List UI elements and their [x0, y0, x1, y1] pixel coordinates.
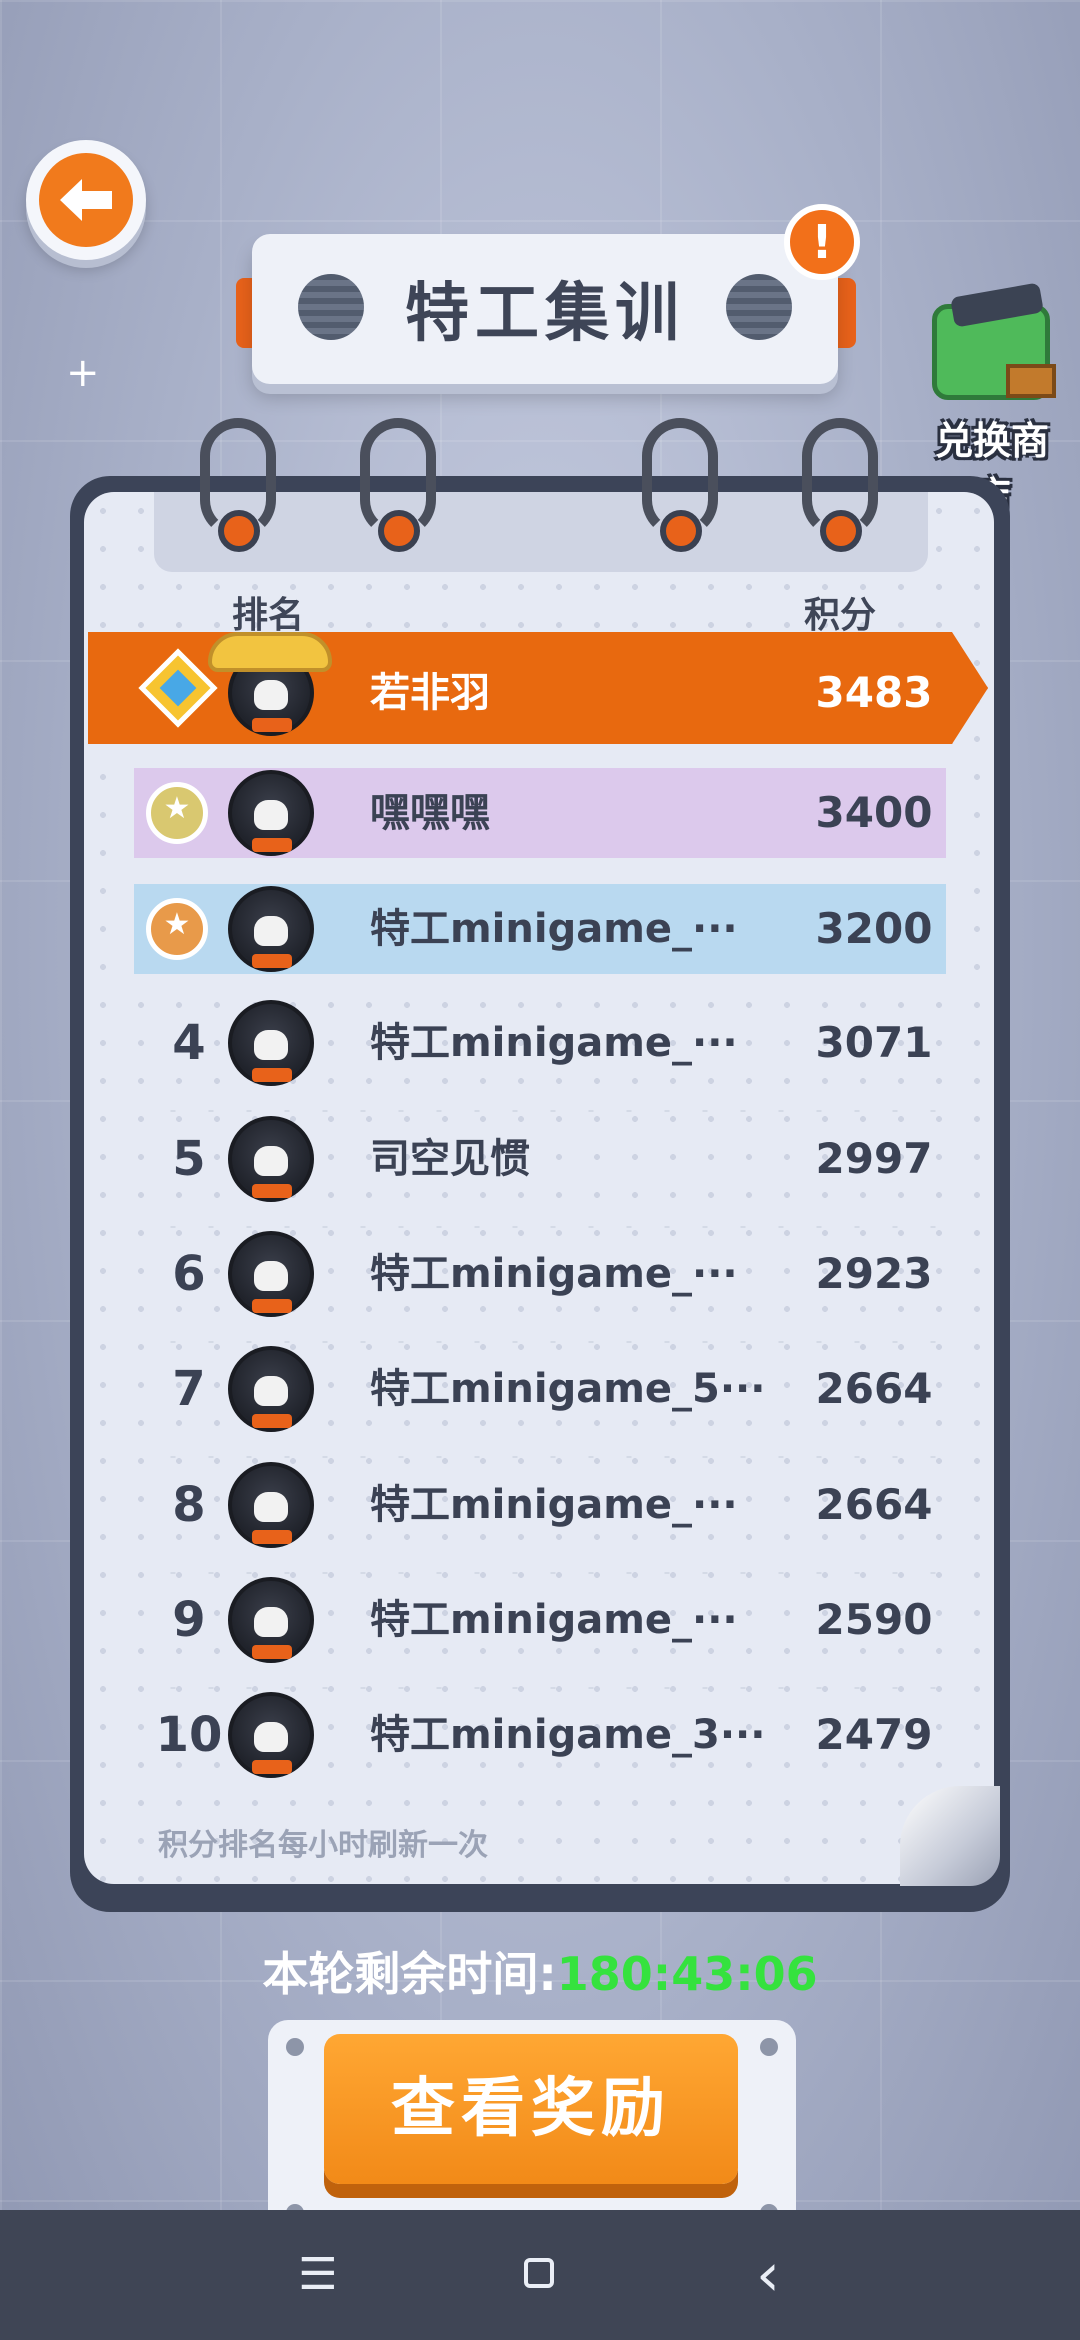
- home-button[interactable]: [510, 2250, 570, 2300]
- table-row[interactable]: 4 特工minigame_··· 3071: [134, 998, 946, 1114]
- bolt-icon: [286, 2038, 304, 2056]
- back-nav-icon[interactable]: ‹: [738, 2245, 798, 2305]
- player-name: 特工minigame_···: [370, 1482, 738, 1528]
- player-name: 特工minigame_···: [370, 1020, 738, 1066]
- menu-icon[interactable]: ☰: [288, 2250, 348, 2300]
- player-name: 嘿嘿嘿: [370, 790, 490, 836]
- avatar: [228, 886, 314, 972]
- player-score: 2479: [815, 1710, 933, 1759]
- timer-label: 本轮剩余时间:: [262, 1947, 557, 2001]
- bronze-medal-icon: [146, 898, 208, 960]
- avatar: [228, 1231, 314, 1317]
- shop-crate-icon: [1006, 364, 1056, 398]
- player-score: 3200: [815, 904, 933, 953]
- table-row[interactable]: 嘿嘿嘿 3400: [134, 768, 946, 858]
- player-name: 特工minigame_···: [370, 1597, 738, 1643]
- rank-number: 4: [172, 1015, 206, 1071]
- player-score: 2664: [815, 1480, 933, 1529]
- player-name: 特工minigame_5···: [370, 1366, 766, 1412]
- back-arrow-icon: [39, 153, 133, 247]
- table-row[interactable]: 8 特工minigame_··· 2664: [134, 1460, 946, 1576]
- refresh-note: 积分排名每小时刷新一次: [158, 1828, 488, 1863]
- player-score: 2923: [815, 1249, 933, 1298]
- ring-hole: [218, 510, 260, 552]
- player-score: 3071: [815, 1018, 933, 1067]
- rank-number: 10: [155, 1707, 223, 1763]
- player-name: 特工minigame_···: [370, 906, 738, 952]
- ring-hole: [378, 510, 420, 552]
- table-row[interactable]: 特工minigame_··· 3200: [134, 884, 946, 974]
- bolt-icon: [760, 2038, 778, 2056]
- avatar: [228, 770, 314, 856]
- player-name: 若非羽: [370, 670, 490, 716]
- table-row[interactable]: 7 特工minigame_5··· 2664: [134, 1344, 946, 1460]
- avatar: [228, 1346, 314, 1432]
- exchange-shop-button[interactable]: 兑换商店: [918, 282, 1066, 518]
- player-score: 2997: [815, 1134, 933, 1183]
- player-score: 3483: [815, 668, 933, 717]
- ring-hole: [820, 510, 862, 552]
- straw-hat-icon: [208, 632, 332, 672]
- rank-number: 8: [172, 1477, 206, 1533]
- rank-number: 7: [172, 1361, 206, 1417]
- rank-header: 排名: [232, 595, 305, 636]
- table-row[interactable]: 9 特工minigame_··· 2590: [134, 1575, 946, 1691]
- avatar: [228, 1577, 314, 1663]
- avatar: [228, 1116, 314, 1202]
- player-score: 2590: [815, 1595, 933, 1644]
- system-nav-bar: ☰ ‹: [0, 2210, 1080, 2340]
- round-timer: 本轮剩余时间:180:43:06: [0, 1938, 1080, 2004]
- rank-number: 5: [172, 1131, 206, 1187]
- player-name: 特工minigame_3···: [370, 1712, 766, 1758]
- player-score: 2664: [815, 1364, 933, 1413]
- player-name: 司空见惯: [370, 1136, 530, 1182]
- rank-number: 9: [172, 1592, 206, 1648]
- back-button[interactable]: [26, 140, 146, 260]
- rank-number: 6: [172, 1246, 206, 1302]
- player-score: 3400: [815, 788, 933, 837]
- ring-hole: [660, 510, 702, 552]
- table-row[interactable]: 10 特工minigame_3··· 2479: [134, 1690, 946, 1780]
- gold-medal-icon: [146, 782, 208, 844]
- page-title: 特工集训: [405, 277, 685, 351]
- title-board: 特工集训: [252, 234, 838, 384]
- home-icon: [524, 2258, 554, 2288]
- avatar: [228, 1000, 314, 1086]
- info-alert-button[interactable]: !: [784, 204, 860, 280]
- table-row[interactable]: 6 特工minigame_··· 2923: [134, 1229, 946, 1345]
- avatar: [228, 1462, 314, 1548]
- score-header: 积分: [804, 595, 877, 636]
- table-row[interactable]: 5 司空见惯 2997: [134, 1114, 946, 1230]
- view-rewards-button[interactable]: 查看奖励: [324, 2034, 738, 2184]
- timer-value: 180:43:06: [556, 1947, 818, 2001]
- avatar: [228, 1692, 314, 1778]
- player-name: 特工minigame_···: [370, 1251, 738, 1297]
- sparkle-icon: +: [66, 350, 100, 396]
